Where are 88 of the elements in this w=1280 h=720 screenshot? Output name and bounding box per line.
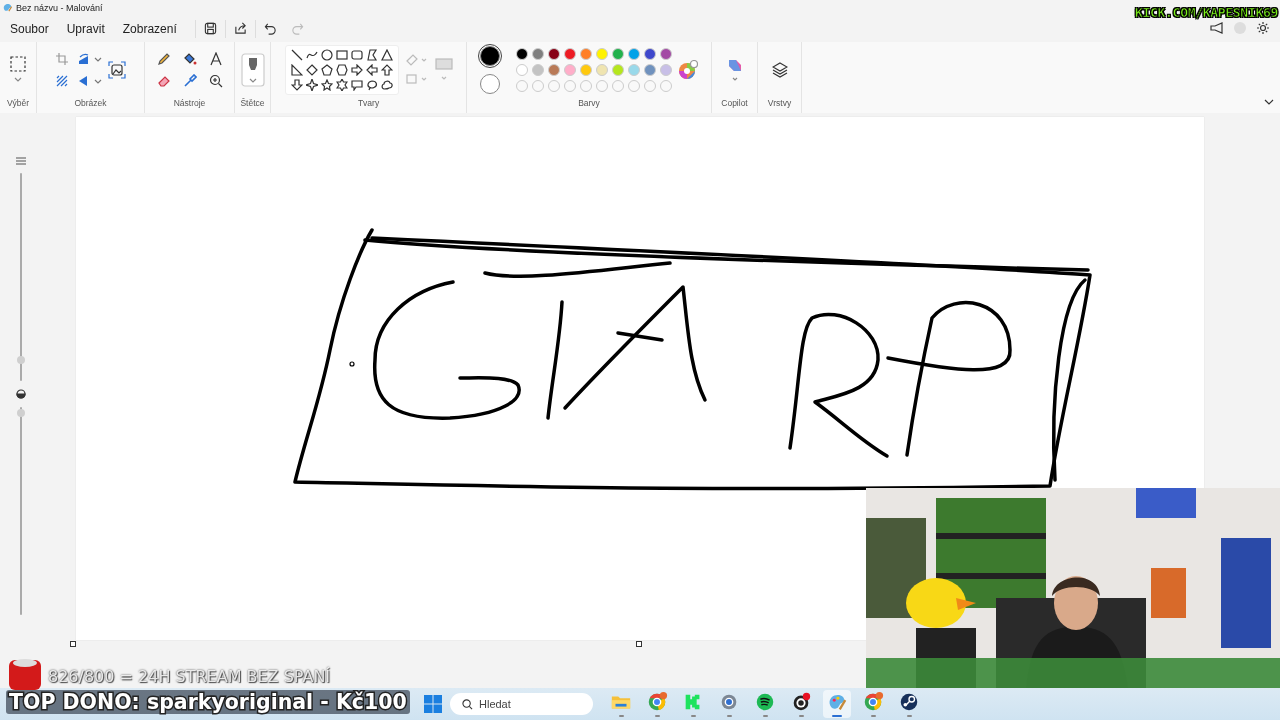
settings-icon[interactable] [1256, 21, 1270, 35]
color-swatch[interactable] [564, 48, 576, 60]
polygon-shape-icon[interactable] [365, 49, 378, 61]
pencil-icon[interactable] [156, 52, 171, 66]
speech-bubble-shape-icon[interactable] [350, 79, 363, 91]
color-swatch[interactable] [612, 64, 624, 76]
color-swatch[interactable] [516, 64, 528, 76]
left-arrow-shape-icon[interactable] [365, 64, 378, 76]
menu-item[interactable]: Zobrazení [114, 17, 185, 40]
color-swatch[interactable] [612, 48, 624, 60]
window-title: Bez názvu - Malování [16, 2, 103, 13]
share-icon[interactable] [233, 22, 247, 35]
feedback-icon[interactable] [1210, 22, 1224, 34]
group-label: Nástroje [173, 98, 206, 110]
color-swatch[interactable] [548, 64, 560, 76]
fill-bucket-icon[interactable] [182, 52, 197, 66]
rounded-rectangle-shape-icon[interactable] [350, 49, 363, 61]
eraser-icon[interactable] [156, 74, 171, 88]
color-swatch[interactable] [580, 48, 592, 60]
color-swatch[interactable] [660, 64, 672, 76]
top-donation-text: TOP DONO: sparkyoriginal - Kč100 [6, 690, 410, 714]
select-icon[interactable] [10, 56, 26, 84]
menu-item[interactable]: Soubor [2, 17, 57, 40]
hexagon-shape-icon[interactable] [335, 64, 348, 76]
slider-thumb[interactable] [17, 356, 25, 365]
color-swatch[interactable] [564, 64, 576, 76]
oval-shape-icon[interactable] [320, 49, 333, 61]
goal-text: 826/800 = 24H STREAM BEZ SPANÍ [48, 667, 331, 686]
line-shape-icon[interactable] [290, 49, 303, 61]
right-arrow-shape-icon[interactable] [350, 64, 363, 76]
color-picker-icon[interactable] [182, 74, 197, 88]
slider-thumb[interactable] [17, 409, 25, 418]
search-field[interactable]: Hledat [450, 693, 593, 715]
brush-icon[interactable] [240, 53, 265, 87]
search-icon [462, 699, 473, 710]
group-label: Obrázek [74, 98, 107, 110]
six-point-star-shape-icon[interactable] [335, 79, 348, 91]
cloud-callout-shape-icon[interactable] [380, 79, 393, 91]
star-shape-icon[interactable] [320, 79, 333, 91]
flip-icon[interactable] [77, 75, 102, 87]
color-swatch[interactable] [548, 48, 560, 60]
menu-item[interactable]: Upravit [58, 17, 113, 40]
color-swatch[interactable] [644, 64, 656, 76]
color-swatch[interactable] [596, 64, 608, 76]
resize-handle[interactable] [70, 641, 76, 647]
group-label: Copilot [721, 98, 748, 110]
resize-handle[interactable] [636, 641, 642, 647]
layers-icon[interactable] [771, 62, 788, 78]
drawing-canvas[interactable] [76, 117, 1204, 640]
color-swatch[interactable] [480, 74, 500, 94]
start-icon[interactable] [424, 695, 442, 713]
color-swatch[interactable] [628, 48, 640, 60]
color-swatch[interactable] [644, 48, 656, 60]
group-label: Tvary [357, 98, 380, 110]
color-swatch[interactable] [628, 64, 640, 76]
collapse-icon[interactable] [1264, 99, 1274, 105]
color-wheel-icon[interactable] [678, 60, 698, 80]
group-label: Štětce [240, 98, 265, 110]
right-triangle-shape-icon[interactable] [290, 64, 303, 76]
triangle-shape-icon[interactable] [380, 49, 393, 61]
brush-size-icon [16, 157, 26, 165]
color-swatch[interactable] [580, 64, 592, 76]
group-label: Výběr [6, 98, 30, 110]
down-arrow-shape-icon[interactable] [290, 79, 303, 91]
pentagon-shape-icon[interactable] [320, 64, 333, 76]
color-swatch[interactable] [596, 48, 608, 60]
color-swatch[interactable] [532, 48, 544, 60]
emote-icon [8, 657, 42, 691]
oval-callout-shape-icon[interactable] [365, 79, 378, 91]
color-swatch[interactable] [532, 64, 544, 76]
up-arrow-shape-icon[interactable] [380, 64, 393, 76]
diamond-shape-icon[interactable] [305, 64, 318, 76]
four-point-star-shape-icon[interactable] [305, 79, 318, 91]
opacity-icon [16, 389, 26, 399]
paint-icon [2, 2, 13, 13]
color-swatch[interactable] [660, 48, 672, 60]
text-icon[interactable] [208, 52, 223, 66]
magnifier-icon[interactable] [208, 74, 223, 88]
group-label: Vrstvy [767, 98, 792, 110]
background-removal-icon[interactable] [107, 61, 126, 79]
save-icon[interactable] [203, 22, 217, 35]
rectangle-shape-icon[interactable] [335, 49, 348, 61]
undo-icon[interactable] [263, 22, 277, 35]
color-swatch[interactable] [516, 48, 528, 60]
paint-icon[interactable] [823, 690, 851, 718]
group-label: Barvy [578, 98, 600, 110]
color-swatch[interactable] [480, 46, 500, 66]
curve-shape-icon[interactable] [305, 49, 318, 61]
